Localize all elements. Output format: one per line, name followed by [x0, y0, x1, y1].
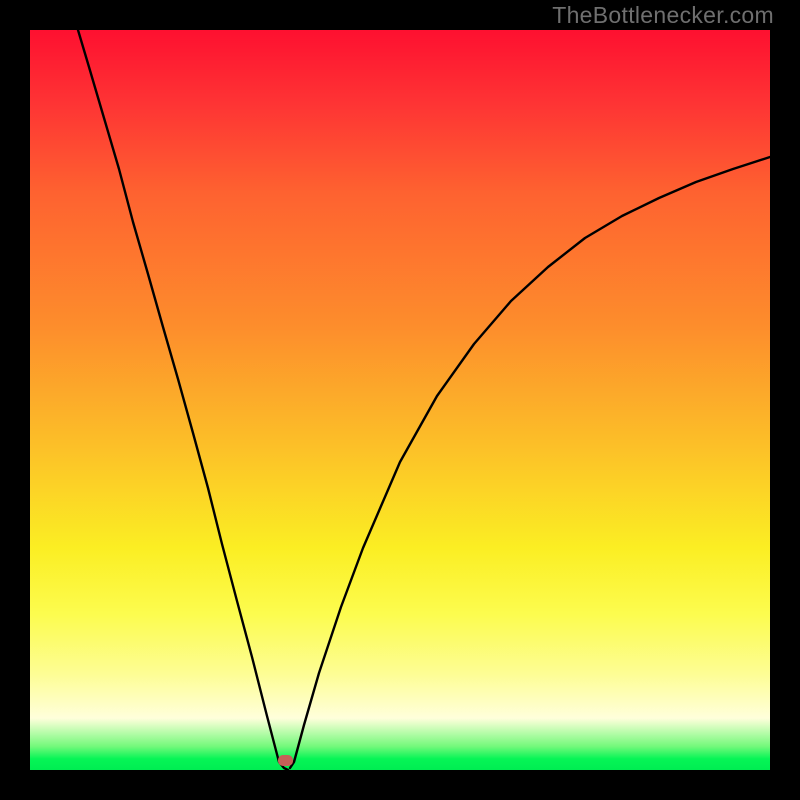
chart-page: TheBottlenecker.com — [0, 0, 800, 800]
watermark-text: TheBottlenecker.com — [552, 2, 774, 29]
minimum-marker — [278, 755, 293, 766]
plot-background-gradient — [30, 30, 770, 770]
